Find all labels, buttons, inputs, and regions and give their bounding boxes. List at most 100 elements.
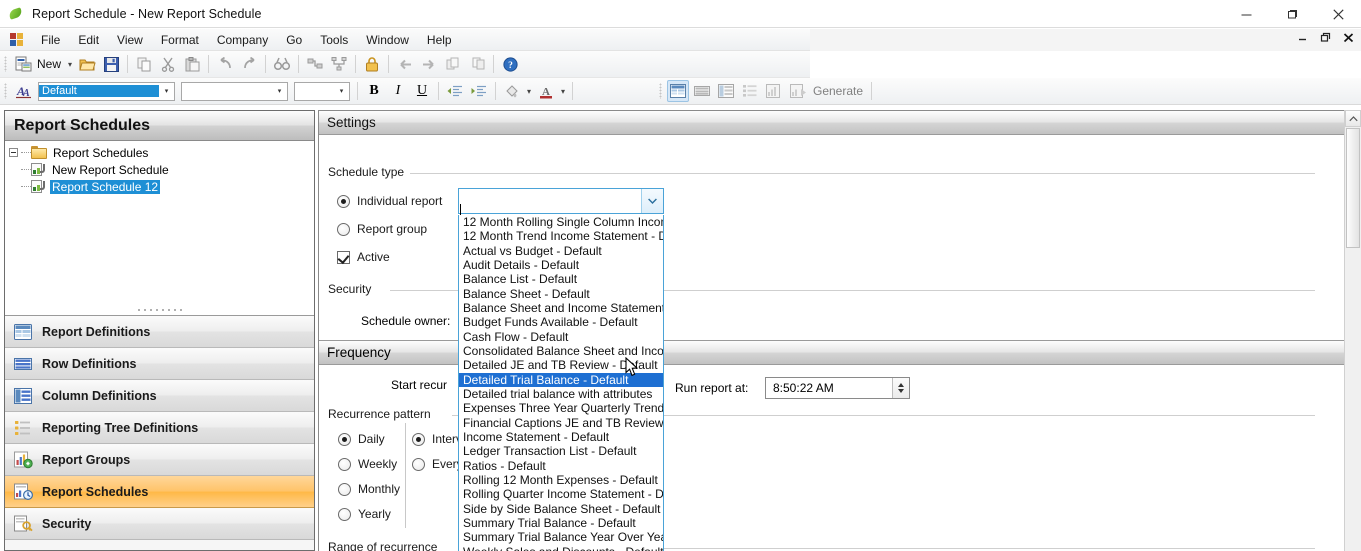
menu-file[interactable]: File: [32, 31, 69, 49]
font-name-caret-icon[interactable]: ▾: [159, 87, 174, 95]
font-color-caret-icon[interactable]: ▾: [558, 87, 568, 96]
dropdown-option[interactable]: Balance Sheet and Income Statement: [459, 301, 663, 315]
fill-color-icon[interactable]: [501, 80, 523, 102]
dropdown-option[interactable]: Detailed JE and TB Review - Default: [459, 358, 663, 372]
every-radio[interactable]: [412, 457, 425, 471]
underline-button[interactable]: U: [411, 80, 433, 102]
report-definition-icon[interactable]: [667, 80, 689, 102]
monthly-radio-row[interactable]: Monthly: [338, 482, 400, 496]
scroll-up-arrow-icon[interactable]: [1345, 110, 1361, 127]
new-button-label[interactable]: New: [35, 57, 65, 71]
pages-forward-icon[interactable]: [466, 53, 488, 75]
arrow-right-icon[interactable]: [418, 53, 440, 75]
generate-button-label[interactable]: Generate: [810, 84, 863, 98]
open-folder-icon[interactable]: [76, 53, 98, 75]
daily-radio[interactable]: [338, 432, 351, 446]
reporting-tree-icon[interactable]: [739, 80, 761, 102]
dropdown-option[interactable]: Ledger Transaction List - Default: [459, 444, 663, 458]
dropdown-option-selected[interactable]: Detailed Trial Balance - Default: [459, 372, 663, 387]
sidebar-item-report-schedules[interactable]: Report Schedules: [5, 476, 314, 508]
active-checkbox[interactable]: [337, 250, 350, 264]
run-report-at-time-field[interactable]: 8:50:22 AM: [765, 377, 910, 399]
dropdown-option[interactable]: Summary Trial Balance - Default: [459, 516, 663, 530]
pages-back-icon[interactable]: [442, 53, 464, 75]
dropdown-option[interactable]: Balance List - Default: [459, 272, 663, 286]
interval-radio-row[interactable]: Interv: [412, 432, 462, 446]
dropdown-option[interactable]: Expenses Three Year Quarterly Trend: [459, 401, 663, 415]
generate-icon[interactable]: [787, 80, 809, 102]
bold-button[interactable]: B: [363, 80, 385, 102]
main-vertical-scrollbar[interactable]: [1344, 110, 1361, 551]
monthly-radio[interactable]: [338, 482, 351, 496]
menu-help[interactable]: Help: [418, 31, 461, 49]
sidebar-item-column-definitions[interactable]: Column Definitions: [5, 380, 314, 412]
dropdown-option[interactable]: Rolling Quarter Income Statement - De: [459, 487, 663, 501]
sidebar-item-security[interactable]: Security: [5, 508, 314, 540]
window-minimize-button[interactable]: [1223, 0, 1269, 28]
font-style-combobox[interactable]: ▾: [181, 81, 288, 101]
arrow-left-icon[interactable]: [394, 53, 416, 75]
dropdown-option[interactable]: Financial Captions JE and TB Review -: [459, 416, 663, 430]
copy-icon[interactable]: [133, 53, 155, 75]
dropdown-option[interactable]: 12 Month Rolling Single Column Income: [459, 215, 663, 229]
dropdown-option[interactable]: Detailed trial balance with attributes: [459, 387, 663, 401]
report-combobox-caret-icon[interactable]: [641, 189, 663, 213]
binoculars-icon[interactable]: [271, 53, 293, 75]
report-schedules-tree[interactable]: Report Schedules New Report Schedule Rep…: [5, 141, 314, 316]
time-spinner[interactable]: [892, 378, 909, 398]
font-color-icon[interactable]: A: [535, 80, 557, 102]
menu-window[interactable]: Window: [357, 31, 418, 49]
font-style-caret-icon[interactable]: ▾: [272, 87, 287, 95]
window-maximize-button[interactable]: [1269, 0, 1315, 28]
dropdown-option[interactable]: Ratios - Default: [459, 459, 663, 473]
dropdown-option[interactable]: Side by Side Balance Sheet - Default: [459, 502, 663, 516]
tree-node-new-report-schedule[interactable]: New Report Schedule: [5, 161, 314, 178]
dropdown-option[interactable]: Audit Details - Default: [459, 258, 663, 272]
italic-button[interactable]: I: [387, 80, 409, 102]
increase-indent-icon[interactable]: [468, 80, 490, 102]
dropdown-option[interactable]: Summary Trial Balance Year Over Year: [459, 530, 663, 544]
sidebar-item-reporting-tree-definitions[interactable]: Reporting Tree Definitions: [5, 412, 314, 444]
dropdown-option[interactable]: Budget Funds Available - Default: [459, 315, 663, 329]
redo-arrow-icon[interactable]: [238, 53, 260, 75]
dropdown-option[interactable]: Actual vs Budget - Default: [459, 244, 663, 258]
report-combobox[interactable]: [458, 188, 664, 219]
menu-tools[interactable]: Tools: [311, 31, 357, 49]
tree-expander-icon[interactable]: [9, 148, 18, 157]
fill-color-caret-icon[interactable]: ▾: [524, 87, 534, 96]
column-definition-icon[interactable]: [715, 80, 737, 102]
report-dropdown-list[interactable]: 12 Month Rolling Single Column Income 12…: [458, 215, 664, 551]
hierarchy-icon[interactable]: [328, 53, 350, 75]
window-close-button[interactable]: [1315, 0, 1361, 28]
menu-format[interactable]: Format: [152, 31, 208, 49]
decrease-indent-icon[interactable]: [444, 80, 466, 102]
sidebar-item-report-groups[interactable]: Report Groups: [5, 444, 314, 476]
individual-report-radio-row[interactable]: Individual report: [337, 194, 442, 208]
interval-radio[interactable]: [412, 432, 425, 446]
menu-edit[interactable]: Edit: [69, 31, 108, 49]
every-radio-row[interactable]: Every: [412, 457, 463, 471]
font-size-combobox[interactable]: ▾: [294, 81, 350, 101]
font-size-caret-icon[interactable]: ▾: [334, 87, 349, 95]
dropdown-option[interactable]: Weekly Sales and Discounts - Default: [459, 545, 663, 551]
save-disk-icon[interactable]: [100, 53, 122, 75]
dropdown-option[interactable]: Rolling 12 Month Expenses - Default: [459, 473, 663, 487]
tree-node-report-schedule-12[interactable]: Report Schedule 12: [5, 178, 314, 195]
help-question-icon[interactable]: ?: [499, 53, 521, 75]
paste-icon[interactable]: [181, 53, 203, 75]
row-definition-icon[interactable]: [691, 80, 713, 102]
toolbar-grip[interactable]: [4, 56, 7, 72]
mdi-minimize-button[interactable]: [1296, 31, 1309, 47]
active-checkbox-row[interactable]: Active: [337, 250, 390, 264]
weekly-radio[interactable]: [338, 457, 351, 471]
report-group-icon[interactable]: [763, 80, 785, 102]
report-group-radio[interactable]: [337, 222, 350, 236]
undo-arrow-icon[interactable]: [214, 53, 236, 75]
scrollbar-thumb[interactable]: [1346, 128, 1360, 248]
dropdown-option[interactable]: Income Statement - Default: [459, 430, 663, 444]
generate-toolbar-grip[interactable]: [659, 83, 662, 99]
dropdown-option[interactable]: 12 Month Trend Income Statement - D: [459, 229, 663, 243]
tree-node-root[interactable]: Report Schedules: [5, 144, 314, 161]
dropdown-option[interactable]: Cash Flow - Default: [459, 330, 663, 344]
menu-view[interactable]: View: [108, 31, 152, 49]
